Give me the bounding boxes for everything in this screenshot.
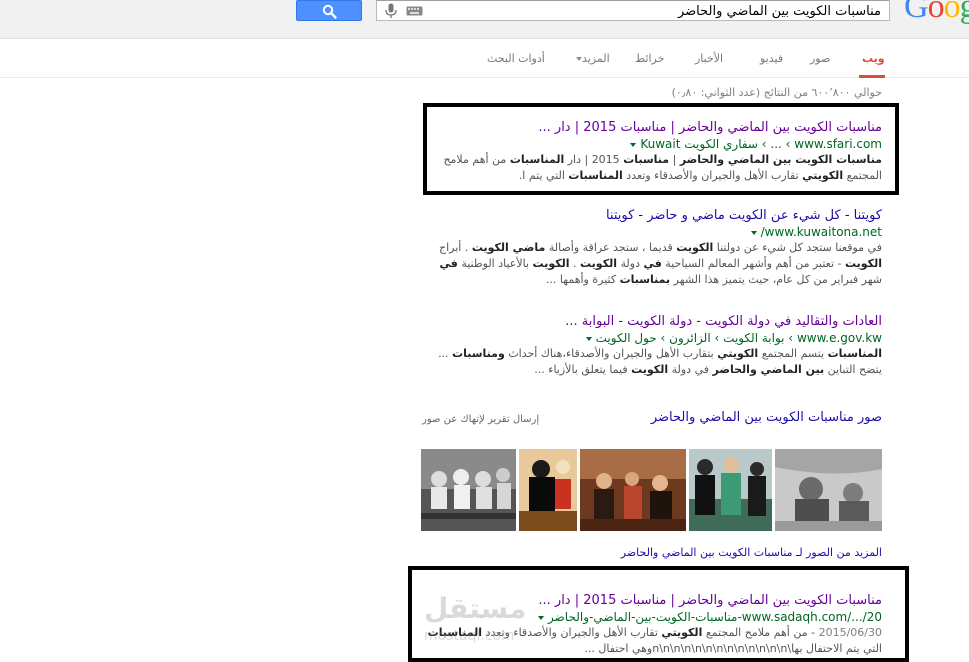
snippet-highlight: ومناسبات: [452, 347, 505, 360]
snippet-text: قديما ، ستجد عراقة وأصالة: [545, 241, 677, 254]
search-tabs: ويب صور فيديو الأخبار خرائط المزيد أدوات…: [0, 40, 969, 78]
highlight-frame: [423, 103, 899, 195]
snippet-text: بتقارب الأهل والجيران والأصدقاء،هناك أحد…: [504, 347, 718, 360]
result-url-text: www.e.gov.kw: [796, 331, 882, 345]
snippet-text: كثيرة وأهمها ...: [545, 273, 620, 286]
google-logo[interactable]: Goog: [904, 0, 969, 26]
images-section-heading[interactable]: صور مناسبات الكويت بين الماضي والحاضر: [651, 410, 882, 425]
tab-images[interactable]: صور: [810, 52, 830, 65]
result-options-arrow-icon[interactable]: [585, 336, 592, 341]
tab-videos[interactable]: فيديو: [760, 52, 783, 65]
search-result: العادات والتقاليد في دولة الكويت - دولة …: [422, 313, 882, 378]
snippet-text: في موقعنا ستجد كل شيء عن دولتنا: [713, 241, 882, 254]
image-thumbnail[interactable]: [519, 449, 577, 531]
image-thumbnail[interactable]: [689, 449, 772, 531]
result-title-link[interactable]: العادات والتقاليد في دولة الكويت - دولة …: [422, 313, 882, 330]
result-snippet: المناسبات يتسم المجتمع الكويتي بتقارب ال…: [422, 346, 882, 378]
result-breadcrumb: › بوابة الكويت › الزائرون › حول الكويت: [595, 331, 794, 345]
snippet-text: يتسم المجتمع: [758, 347, 828, 360]
snippet-highlight: بين الماضي والحاضر: [712, 363, 825, 376]
snippet-highlight: الكويت: [580, 257, 618, 270]
search-result: كويتنا - كل شيء عن الكويت ماضي و حاضر - …: [422, 207, 882, 288]
snippet-highlight: الكويت: [631, 363, 669, 376]
watermark: مستقل: [424, 592, 527, 625]
snippet-highlight: الكويتي: [717, 347, 759, 360]
keyboard-icon[interactable]: [406, 6, 423, 16]
search-input[interactable]: [441, 2, 881, 20]
snippet-text: . أبراج: [439, 241, 472, 254]
snippet-text: فيما يتعلق بالأزياء ...: [534, 363, 632, 376]
tab-web[interactable]: ويب: [862, 52, 885, 65]
search-button[interactable]: [296, 0, 362, 21]
tab-more-label: المزيد: [582, 52, 610, 65]
snippet-text: - تعتبر من أهم وأشهر المعالم السياحية: [661, 257, 846, 270]
watermark-url: mostaql.com: [424, 628, 515, 644]
snippet-highlight: في: [439, 257, 458, 270]
result-title-link[interactable]: كويتنا - كل شيء عن الكويت ماضي و حاضر - …: [422, 207, 882, 224]
result-url: www.kuwaitona.net/: [422, 224, 882, 240]
image-thumbnails: [421, 449, 882, 531]
image-thumbnail[interactable]: [580, 449, 686, 531]
microphone-icon[interactable]: [385, 3, 397, 19]
image-thumbnail[interactable]: [775, 449, 882, 531]
snippet-highlight: المناسبات: [827, 347, 882, 360]
snippet-text: في دولة: [668, 363, 713, 376]
snippet-highlight: بمناسبات: [619, 273, 671, 286]
result-stats: حوالي ٦٠٠٬٨٠٠ من النتائج (عدد الثواني: ٠…: [671, 86, 882, 99]
result-url-text: www.kuwaitona.net/: [760, 225, 882, 239]
snippet-highlight: في: [643, 257, 662, 270]
tab-search-tools[interactable]: أدوات البحث: [487, 52, 545, 65]
result-snippet: في موقعنا ستجد كل شيء عن دولتنا الكويت ق…: [422, 240, 882, 288]
result-url: www.e.gov.kw › بوابة الكويت › الزائرون ›…: [422, 330, 882, 346]
snippet-highlight: ماضي الكويت: [471, 241, 546, 254]
result-options-arrow-icon[interactable]: [750, 230, 757, 235]
more-images-link[interactable]: المزيد من الصور لـ مناسبات الكويت بين ال…: [621, 546, 882, 559]
snippet-text: دولة: [617, 257, 644, 270]
search-box[interactable]: [376, 0, 890, 21]
tab-more[interactable]: المزيد: [572, 52, 610, 65]
top-bar: Goog: [0, 0, 969, 39]
report-images-link[interactable]: إرسال تقرير لإتهاك عن صور: [422, 414, 539, 425]
active-tab-indicator: [859, 75, 885, 78]
snippet-highlight: الكويت: [532, 257, 570, 270]
search-icon: [322, 4, 337, 19]
snippet-text: .: [569, 257, 581, 270]
tab-news[interactable]: الأخبار: [695, 52, 723, 65]
snippet-highlight: الكويت: [845, 257, 882, 270]
tab-maps[interactable]: خرائط: [635, 52, 664, 65]
snippet-text: بالأعياد الوطنية: [457, 257, 533, 270]
image-thumbnail[interactable]: [421, 449, 516, 531]
snippet-highlight: الكويت: [676, 241, 714, 254]
snippet-text: شهر فبراير من كل عام، حيث يتميز هذا الشه…: [670, 273, 882, 286]
